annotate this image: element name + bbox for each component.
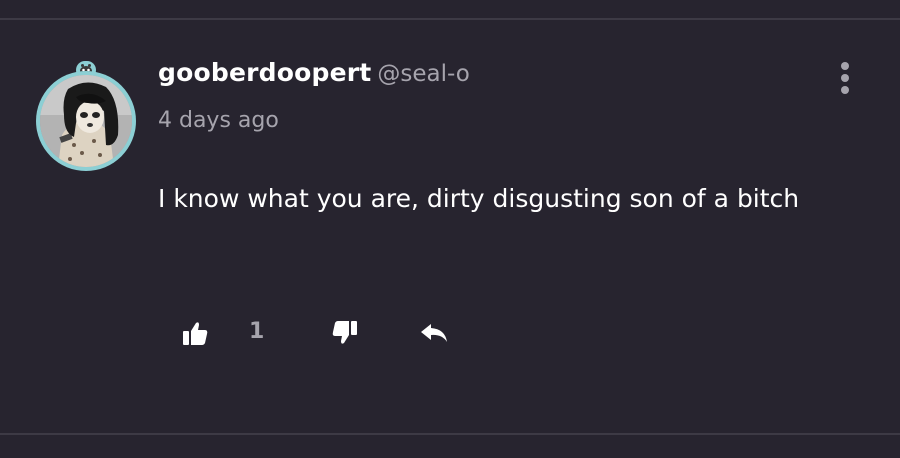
thumbs-down-icon [332,321,357,344]
comment-header: gooberdoopert @seal-o [158,58,470,87]
reply-arrow-icon [421,324,447,342]
ellipsis-dot [841,74,849,82]
dislike-button[interactable] [330,318,360,348]
comment-text: I know what you are, dirty disgusting so… [158,184,800,213]
ellipsis-dot [841,86,849,94]
user-handle[interactable]: @seal-o [377,61,469,87]
username[interactable]: gooberdoopert [158,58,371,87]
thumbs-up-icon [183,322,208,345]
like-count: 1 [249,319,265,344]
vertical-ellipsis-icon [841,62,849,70]
like-button[interactable] [180,318,210,348]
comment-actions: 1 [0,310,900,354]
comment-page: gooberdoopert @seal-o 4 days ago I know w… [0,0,900,458]
avatar[interactable] [36,53,136,171]
bottom-divider [0,433,900,435]
more-options-button[interactable] [834,62,858,94]
reply-button[interactable] [418,318,448,348]
timestamp: 4 days ago [158,108,279,133]
avatar-image [40,75,132,167]
